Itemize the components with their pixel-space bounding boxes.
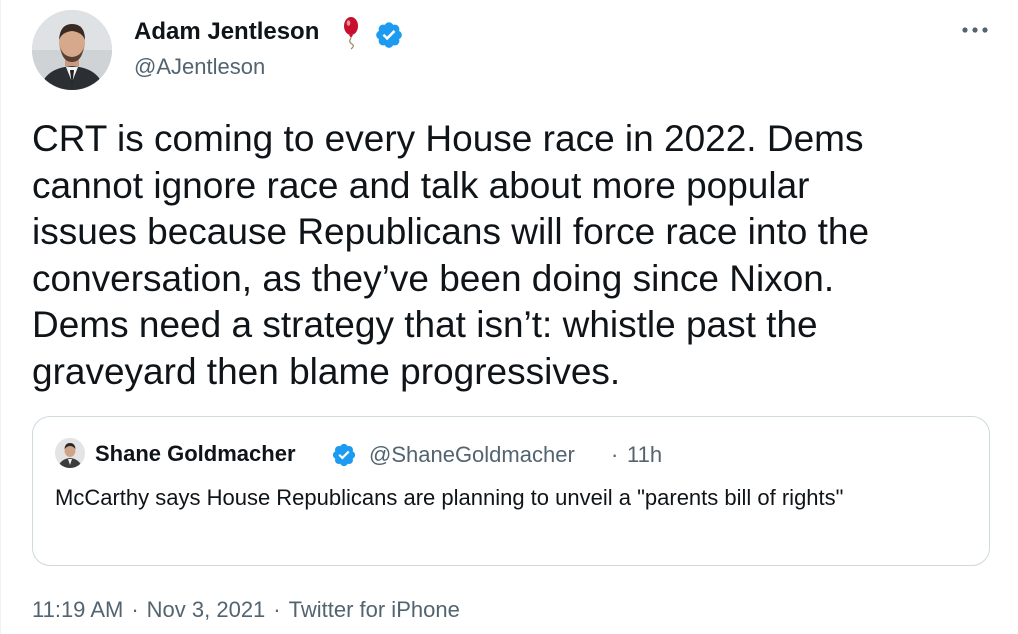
quoted-author-handle: @ShaneGoldmacher: [369, 442, 575, 467]
balloon-icon: [344, 17, 358, 50]
tweet-time[interactable]: 11:19 AM: [32, 597, 123, 623]
quoted-author-avatar: [55, 438, 85, 468]
tweet-text: CRT is coming to every House race in 202…: [32, 118, 870, 392]
author-avatar[interactable]: [32, 10, 112, 90]
author-handle[interactable]: @AJentleson: [134, 54, 265, 80]
quoted-timestamp: 11h: [627, 442, 663, 467]
author-name[interactable]: Adam Jentleson: [134, 18, 319, 46]
separator-dot: ·: [131, 597, 139, 622]
verified-badge-icon: [332, 443, 356, 467]
tweet-metadata: 11:19 AM · Nov 3, 2021 · Twitter for iPhone: [32, 597, 460, 623]
more-horizontal-icon[interactable]: [958, 20, 992, 40]
tweet-source-link[interactable]: Twitter for iPhone: [289, 597, 460, 623]
quoted-tweet[interactable]: Shane Goldmacher @ShaneGoldmacher · 11h …: [32, 416, 990, 566]
separator-dot: ·: [273, 597, 281, 622]
separator-dot: ·: [611, 442, 619, 467]
quoted-author-name: Shane Goldmacher: [95, 441, 296, 466]
tweet-date[interactable]: Nov 3, 2021: [147, 597, 266, 623]
quoted-tweet-text: McCarthy says House Republicans are plan…: [55, 485, 844, 510]
tweet: Adam Jentleson @AJentleson CRT is coming…: [0, 0, 1018, 634]
divider: [0, 0, 1, 634]
verified-badge-icon: [376, 22, 402, 48]
